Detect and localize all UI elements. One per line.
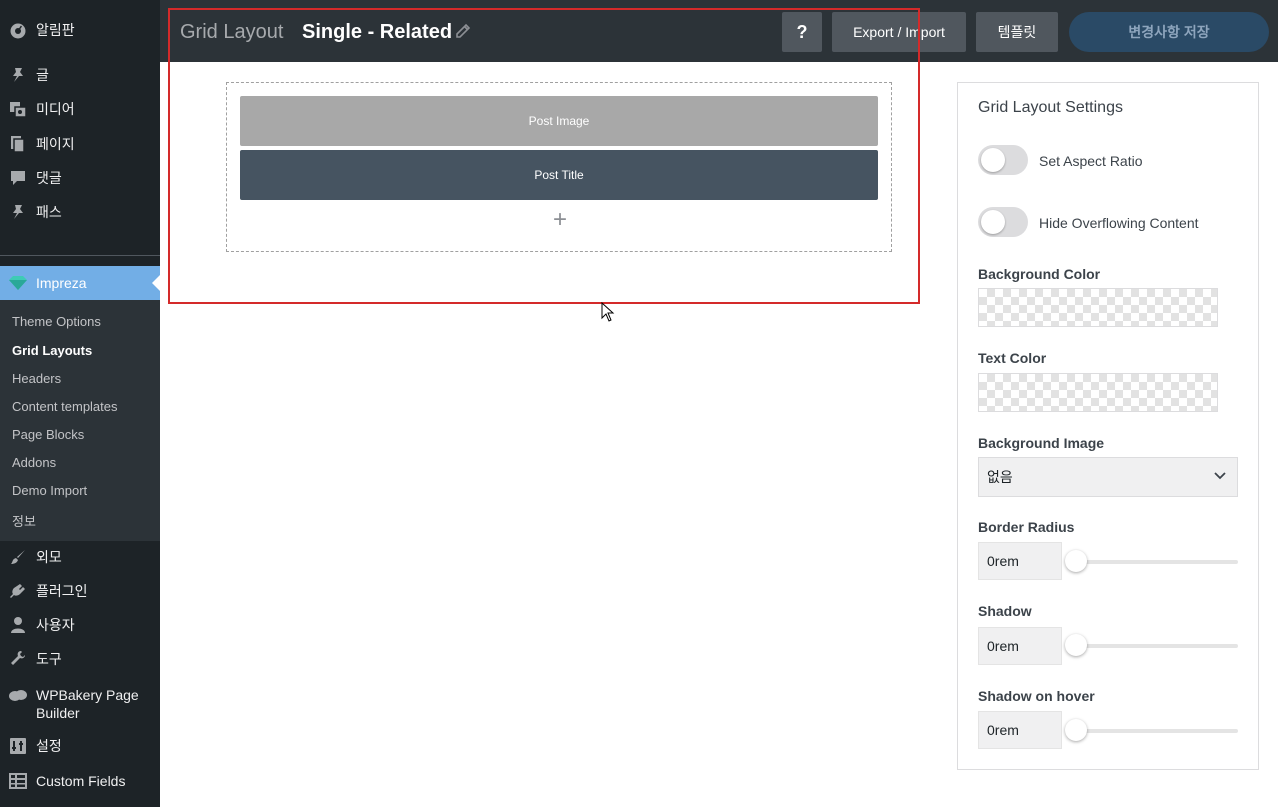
bg-color-label: Background Color xyxy=(978,266,1101,282)
settings-title: Grid Layout Settings xyxy=(978,99,1123,116)
menu-users[interactable]: 사용자 xyxy=(0,608,160,642)
shadow-slider-track[interactable] xyxy=(1075,644,1238,648)
impreza-submenu: Theme Options Grid Layouts Headers Conte… xyxy=(0,300,160,541)
submenu-page-blocks[interactable]: Page Blocks xyxy=(12,427,84,442)
menu-appearance[interactable]: 외모 xyxy=(0,540,160,574)
brush-icon xyxy=(0,548,36,566)
hide-overflow-label: Hide Overflowing Content xyxy=(1039,215,1199,231)
text-color-picker[interactable] xyxy=(978,373,1218,412)
bg-image-label: Background Image xyxy=(978,435,1105,451)
shadow-slider-thumb[interactable] xyxy=(1065,634,1087,656)
menu-impreza[interactable]: Impreza xyxy=(0,266,160,300)
menu-wpbakery[interactable]: WPBakery Page Builder xyxy=(0,686,160,726)
menu-separator xyxy=(0,255,160,256)
menu-plugins[interactable]: 플러그인 xyxy=(0,574,160,608)
layout-name[interactable]: Single - Related xyxy=(302,21,452,44)
submenu-headers[interactable]: Headers xyxy=(12,371,61,386)
shadow-hover-input[interactable]: 0rem xyxy=(978,711,1062,749)
border-radius-label: Border Radius xyxy=(978,519,1075,535)
border-radius-slider-track[interactable] xyxy=(1075,560,1238,564)
pin-icon xyxy=(0,203,36,221)
impreza-icon xyxy=(0,275,36,291)
media-icon xyxy=(0,100,36,118)
pages-icon xyxy=(0,135,36,153)
editor-header: Grid Layout Single - Related ? Export / … xyxy=(160,0,1278,62)
save-changes-button[interactable]: 변경사항 저장 xyxy=(1069,12,1269,52)
plugin-icon xyxy=(0,582,36,600)
shadow-hover-label: Shadow on hover xyxy=(978,688,1095,704)
shadow-hover-slider-track[interactable] xyxy=(1075,729,1238,733)
menu-posts[interactable]: 글 xyxy=(0,58,160,92)
hide-overflow-toggle[interactable] xyxy=(978,207,1028,237)
templates-button[interactable]: 템플릿 xyxy=(976,12,1058,52)
wrench-icon xyxy=(0,650,36,668)
submenu-content-templates[interactable]: Content templates xyxy=(12,399,118,414)
aspect-ratio-label: Set Aspect Ratio xyxy=(1039,153,1143,169)
bg-color-picker[interactable] xyxy=(978,288,1218,327)
menu-pass[interactable]: 패스 xyxy=(0,195,160,229)
menu-tools[interactable]: 도구 xyxy=(0,642,160,676)
menu-media[interactable]: 미디어 xyxy=(0,92,160,126)
grid-layout-settings-panel: Grid Layout Settings Set Aspect Ratio Hi… xyxy=(957,82,1259,770)
grid-layout-canvas: Post Image Post Title + xyxy=(226,82,892,252)
menu-settings[interactable]: 설정 xyxy=(0,729,160,763)
pin-icon xyxy=(0,66,36,84)
export-import-button[interactable]: Export / Import xyxy=(832,12,966,52)
shadow-hover-slider-thumb[interactable] xyxy=(1065,719,1087,741)
bg-image-select[interactable]: 없음 xyxy=(978,457,1238,497)
menu-dashboard[interactable]: 알림판 xyxy=(0,13,160,47)
help-button[interactable]: ? xyxy=(782,12,822,52)
border-radius-input[interactable]: 0rem xyxy=(978,542,1062,580)
toggle-knob xyxy=(981,210,1005,234)
shadow-label: Shadow xyxy=(978,603,1032,619)
menu-comments[interactable]: 댓글 xyxy=(0,161,160,195)
settings-icon xyxy=(0,737,36,755)
comments-icon xyxy=(0,169,36,187)
table-icon xyxy=(0,773,36,789)
mouse-cursor-icon xyxy=(601,302,615,322)
submenu-grid-layouts[interactable]: Grid Layouts xyxy=(12,343,92,358)
shadow-input[interactable]: 0rem xyxy=(978,627,1062,665)
toggle-knob xyxy=(981,148,1005,172)
menu-custom-fields[interactable]: Custom Fields xyxy=(0,764,160,798)
section-title: Grid Layout xyxy=(180,21,284,43)
submenu-addons[interactable]: Addons xyxy=(12,455,56,470)
aspect-ratio-toggle[interactable] xyxy=(978,145,1028,175)
text-color-label: Text Color xyxy=(978,350,1047,366)
chevron-down-icon xyxy=(1213,468,1227,485)
post-title-element[interactable]: Post Title xyxy=(240,150,878,200)
user-icon xyxy=(0,616,36,634)
submenu-info[interactable]: 정보 xyxy=(12,511,36,530)
admin-sidebar: 알림판 글 미디어 페이지 댓글 패스 Impreza Theme Option… xyxy=(0,0,160,807)
submenu-theme-options[interactable]: Theme Options xyxy=(12,314,101,329)
post-image-element[interactable]: Post Image xyxy=(240,96,878,146)
wpbakery-icon xyxy=(0,688,36,704)
submenu-demo-import[interactable]: Demo Import xyxy=(12,483,87,498)
pencil-icon[interactable] xyxy=(455,23,471,42)
menu-pages[interactable]: 페이지 xyxy=(0,127,160,161)
bg-image-value: 없음 xyxy=(987,469,1013,485)
border-radius-slider-thumb[interactable] xyxy=(1065,550,1087,572)
add-element-button[interactable]: + xyxy=(549,208,571,232)
dashboard-icon xyxy=(0,21,36,39)
